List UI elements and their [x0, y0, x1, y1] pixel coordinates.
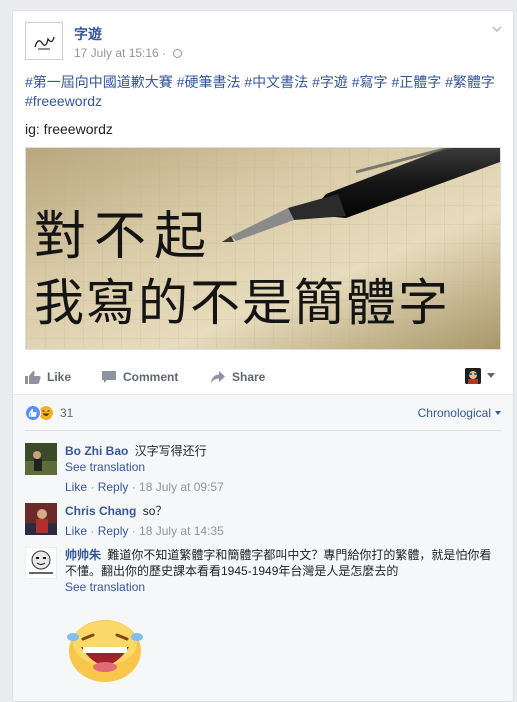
meta-separator: ·	[162, 46, 167, 60]
chevron-down-icon[interactable]	[491, 23, 503, 35]
hashtag[interactable]: #中文書法	[244, 74, 308, 90]
like-button[interactable]: Like	[25, 370, 71, 384]
hashtag[interactable]: #正體字	[391, 74, 441, 90]
chevron-down-icon[interactable]	[487, 373, 495, 378]
reaction-count: 31	[60, 406, 74, 420]
footer-dot: ·	[87, 480, 98, 494]
footer-dot: ·	[87, 524, 98, 538]
hashtag[interactable]: #字遊	[312, 74, 348, 90]
comment-label: Comment	[123, 370, 179, 384]
footer-dot: ·	[128, 480, 140, 494]
page-name[interactable]: 字遊	[74, 24, 102, 44]
post-date[interactable]: 17 July at 15:16	[74, 46, 159, 60]
comment-body: 帅帅朱 難道你不知道繁體字和簡體字都叫中文？專門給你打的繁體，就是怕你看不懂。翻…	[65, 547, 501, 595]
see-translation-link[interactable]: See translation	[65, 579, 501, 595]
like-reaction-icon	[25, 405, 41, 421]
divider	[25, 430, 501, 431]
comment-avatar[interactable]	[25, 443, 57, 475]
hashtag[interactable]: #第一屆向中國道歉大賽	[25, 74, 173, 90]
comment-footer: Like · Reply · 18 July at 14:35	[65, 523, 501, 539]
hashtag[interactable]: #硬筆書法	[177, 74, 241, 90]
share-button[interactable]: Share	[210, 370, 265, 384]
post-action-bar: Like Comment Share	[13, 362, 513, 395]
see-translation-link[interactable]: See translation	[65, 459, 501, 475]
hashtag[interactable]: #寫字	[352, 74, 388, 90]
comment-like-link[interactable]: Like	[65, 524, 87, 538]
post-photo[interactable]: 對不起 我寫的不是簡體字	[25, 147, 501, 350]
hashtag[interactable]: #freeewordz	[25, 93, 102, 109]
comment-avatar[interactable]	[25, 503, 57, 535]
comment-text: so？	[142, 504, 168, 518]
comment-avatar[interactable]	[25, 547, 57, 579]
photo-line1: 對不起	[34, 207, 214, 267]
post-card: 字遊 17 July at 15:16 · #第一屆向中國道歉大賽 #硬筆書法 …	[12, 10, 514, 702]
comment-reply-link[interactable]: Reply	[98, 480, 129, 494]
page-avatar[interactable]	[25, 22, 63, 60]
comment-like-link[interactable]: Like	[65, 480, 87, 494]
hashtag-list: #第一屆向中國道歉大賽 #硬筆書法 #中文書法 #字遊 #寫字 #正體字 #繁體…	[25, 73, 505, 111]
ig-handle: ig: freeewordz	[25, 121, 113, 137]
like-label: Like	[47, 370, 72, 384]
comment-author[interactable]: Bo Zhi Bao	[65, 444, 128, 458]
laughing-sticker	[67, 620, 143, 682]
comment-time[interactable]: 18 July at 09:57	[139, 480, 224, 494]
comment-time[interactable]: 18 July at 14:35	[139, 524, 224, 538]
comment-sort-dropdown[interactable]: Chronological	[418, 406, 501, 420]
comment-footer: Like · Reply · 18 July at 09:57	[65, 479, 501, 495]
comment-text: 難道你不知道繁體字和簡體字都叫中文？專門給你打的繁體，就是怕你看不懂。翻出你的歷…	[65, 548, 492, 578]
comment-icon	[102, 371, 116, 383]
post-meta: 17 July at 15:16 ·	[74, 46, 183, 60]
thumbs-up-icon	[25, 371, 41, 384]
comment-author[interactable]: Chris Chang	[65, 504, 136, 518]
comment-text: 汉字写得还行	[134, 444, 207, 458]
reaction-summary[interactable]: 31	[25, 405, 73, 421]
footer-dot: ·	[128, 524, 140, 538]
photo-line2: 我寫的不是簡體字	[34, 274, 450, 332]
hashtag[interactable]: #繁體字	[445, 74, 495, 90]
comment-body: Chris Chang so？ Like · Reply · 18 July a…	[65, 503, 501, 539]
share-icon	[211, 371, 225, 383]
feedback-section: 31 Chronological Bo Zhi Bao 汉字写得还行 See t…	[13, 395, 513, 701]
comment-author[interactable]: 帅帅朱	[65, 548, 101, 562]
viewer-avatar[interactable]	[465, 368, 481, 384]
comment-reply-link[interactable]: Reply	[98, 524, 129, 538]
comment-button[interactable]: Comment	[101, 370, 178, 384]
comment-body: Bo Zhi Bao 汉字写得还行 See translation Like ·…	[65, 443, 501, 495]
globe-icon	[173, 49, 183, 58]
share-label: Share	[232, 370, 266, 384]
